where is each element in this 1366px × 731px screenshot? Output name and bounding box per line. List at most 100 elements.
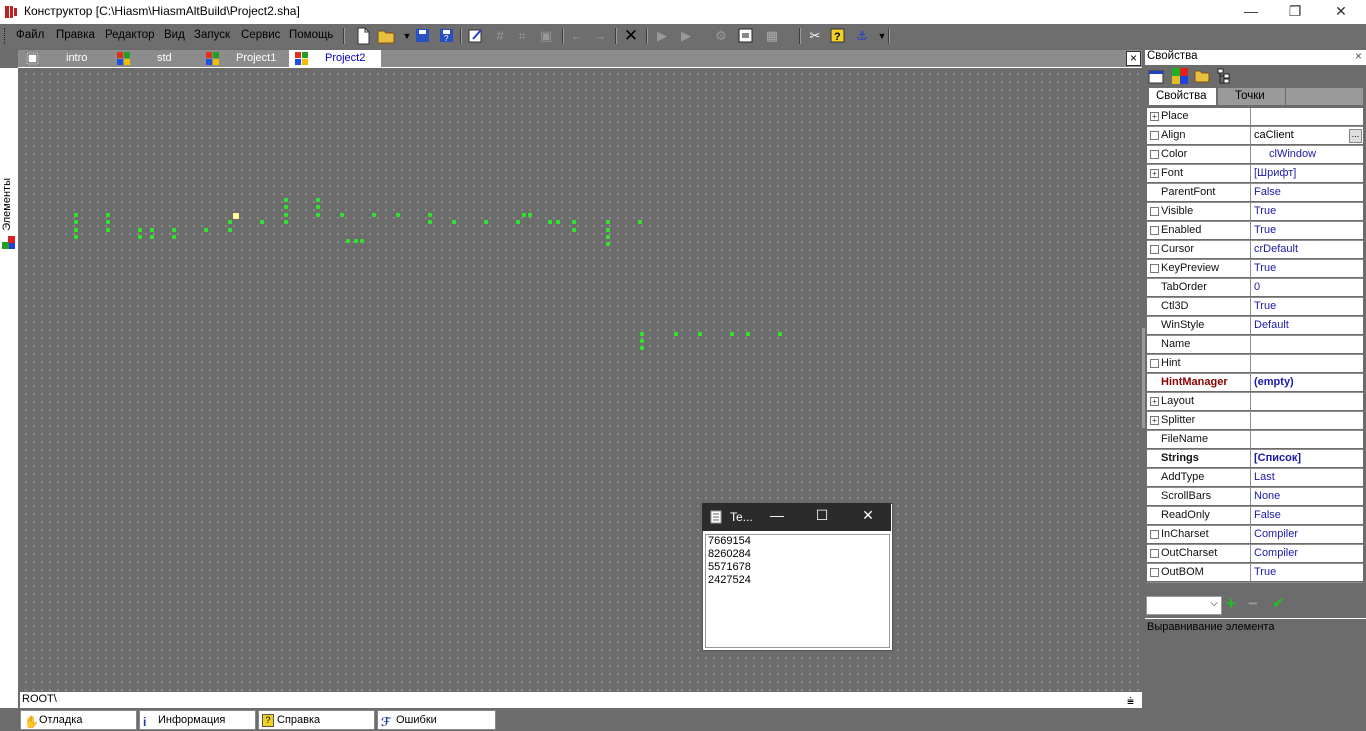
- element-pin[interactable]: [548, 220, 552, 224]
- element-pin[interactable]: [698, 332, 702, 336]
- arrow-left-icon[interactable]: ←: [568, 27, 586, 45]
- property-row[interactable]: Hint: [1147, 355, 1363, 374]
- add-icon[interactable]: +: [1226, 594, 1236, 614]
- element-pin[interactable]: [360, 239, 364, 243]
- checkbox-icon[interactable]: [1150, 549, 1159, 558]
- element-pin[interactable]: [354, 239, 358, 243]
- element-pin[interactable]: [284, 205, 288, 209]
- expand-icon[interactable]: +: [1150, 416, 1159, 425]
- element-pin[interactable]: [778, 332, 782, 336]
- save-as-icon[interactable]: ?: [439, 28, 454, 43]
- checkbox-icon[interactable]: [1150, 245, 1159, 254]
- apply-check-icon[interactable]: ✔: [1272, 594, 1285, 612]
- checkbox-icon[interactable]: [1150, 568, 1159, 577]
- property-value-cell[interactable]: [1251, 412, 1363, 429]
- property-value-cell[interactable]: clWindow: [1251, 146, 1363, 163]
- property-value-cell[interactable]: True: [1251, 564, 1363, 581]
- checkbox-icon[interactable]: [1150, 359, 1159, 368]
- element-pin[interactable]: [372, 213, 376, 217]
- property-name-cell[interactable]: + Font: [1147, 165, 1251, 182]
- grid-icon[interactable]: #: [491, 27, 509, 45]
- element-pin[interactable]: [484, 220, 488, 224]
- property-name-cell[interactable]: OutCharset: [1147, 545, 1251, 562]
- element-pin[interactable]: [340, 213, 344, 217]
- help-book-icon[interactable]: ?: [830, 28, 845, 43]
- tab-points[interactable]: Точки: [1218, 88, 1285, 105]
- element-pin[interactable]: [228, 220, 232, 224]
- property-name-cell[interactable]: ParentFont: [1147, 184, 1251, 201]
- property-row[interactable]: Cursor crDefault: [1147, 241, 1363, 260]
- restore-button[interactable]: ❐: [1272, 0, 1318, 24]
- expand-icon[interactable]: +: [1150, 397, 1159, 406]
- menu-file[interactable]: Файл: [16, 29, 44, 41]
- property-row[interactable]: + Splitter: [1147, 412, 1363, 431]
- element-pin[interactable]: [74, 220, 78, 224]
- property-value-cell[interactable]: [Список]: [1251, 450, 1363, 467]
- bottom-tab-info[interactable]: i Информация: [139, 710, 256, 730]
- element-pin[interactable]: [640, 346, 644, 350]
- element-pin[interactable]: [528, 213, 532, 217]
- menu-view[interactable]: Вид: [164, 29, 185, 41]
- ellipsis-button[interactable]: ...: [1349, 129, 1362, 143]
- property-name-cell[interactable]: Color: [1147, 146, 1251, 163]
- element-pin[interactable]: [572, 220, 576, 224]
- element-pin[interactable]: [516, 220, 520, 224]
- tab-project1[interactable]: Project1: [200, 50, 286, 67]
- properties-form-icon[interactable]: [1148, 68, 1164, 84]
- property-name-cell[interactable]: FileName: [1147, 431, 1251, 448]
- property-value-cell[interactable]: [1251, 431, 1363, 448]
- property-value-cell[interactable]: True: [1251, 298, 1363, 315]
- property-name-cell[interactable]: KeyPreview: [1147, 260, 1251, 277]
- tab-std[interactable]: std: [111, 50, 197, 67]
- property-name-cell[interactable]: ReadOnly: [1147, 507, 1251, 524]
- property-row[interactable]: ReadOnly False: [1147, 507, 1363, 526]
- element-pin[interactable]: [74, 213, 78, 217]
- property-name-cell[interactable]: InCharset: [1147, 526, 1251, 543]
- menu-edit[interactable]: Правка: [56, 29, 95, 41]
- align-grid-icon[interactable]: ⌗: [513, 27, 531, 45]
- edit-form-icon[interactable]: [467, 27, 485, 45]
- element-pin[interactable]: [138, 235, 142, 239]
- element-pin[interactable]: [346, 239, 350, 243]
- property-name-cell[interactable]: OutBOM: [1147, 564, 1251, 581]
- property-name-cell[interactable]: TabOrder: [1147, 279, 1251, 296]
- elements-strip[interactable]: Элементы: [0, 68, 18, 708]
- property-name-cell[interactable]: Cursor: [1147, 241, 1251, 258]
- property-name-cell[interactable]: Strings: [1147, 450, 1251, 467]
- element-pin[interactable]: [150, 235, 154, 239]
- checkbox-icon[interactable]: [1150, 264, 1159, 273]
- element-pin[interactable]: [606, 220, 610, 224]
- element-pin[interactable]: [452, 220, 456, 224]
- elements-strip-label[interactable]: Элементы: [1, 178, 13, 231]
- arrow-right-icon[interactable]: →: [591, 27, 609, 45]
- tab-intro[interactable]: intro: [20, 50, 108, 67]
- property-value-cell[interactable]: None: [1251, 488, 1363, 505]
- element-pin[interactable]: [606, 228, 610, 232]
- expand-icon[interactable]: +: [1150, 169, 1159, 178]
- property-value-cell[interactable]: [1251, 355, 1363, 372]
- element-pin[interactable]: [606, 242, 610, 246]
- menu-service[interactable]: Сервис: [241, 29, 280, 41]
- output-memo[interactable]: 7669154 8260284 5571678 2427524: [705, 534, 890, 648]
- property-name-cell[interactable]: Align: [1147, 127, 1251, 144]
- properties-tree-icon[interactable]: [1217, 68, 1231, 84]
- close-tab-button[interactable]: ×: [1126, 51, 1141, 66]
- property-row[interactable]: WinStyle Default: [1147, 317, 1363, 336]
- run-step-icon[interactable]: ▶: [677, 27, 695, 45]
- element-pin[interactable]: [396, 213, 400, 217]
- expand-icon[interactable]: +: [1150, 112, 1159, 121]
- property-name-cell[interactable]: Visible: [1147, 203, 1251, 220]
- panel-splitter[interactable]: [1142, 328, 1145, 428]
- property-value-cell[interactable]: True: [1251, 222, 1363, 239]
- property-row[interactable]: Visible True: [1147, 203, 1363, 222]
- property-value-cell[interactable]: Compiler: [1251, 545, 1363, 562]
- property-name-cell[interactable]: AddType: [1147, 469, 1251, 486]
- element-pin[interactable]: [316, 205, 320, 209]
- property-value-cell[interactable]: 0: [1251, 279, 1363, 296]
- frame-icon[interactable]: ▣: [537, 27, 555, 45]
- element-pin[interactable]: [746, 332, 750, 336]
- property-row[interactable]: Ctl3D True: [1147, 298, 1363, 317]
- element-pin[interactable]: [74, 228, 78, 232]
- element-pin[interactable]: [172, 235, 176, 239]
- close-button[interactable]: ✕: [1318, 0, 1364, 24]
